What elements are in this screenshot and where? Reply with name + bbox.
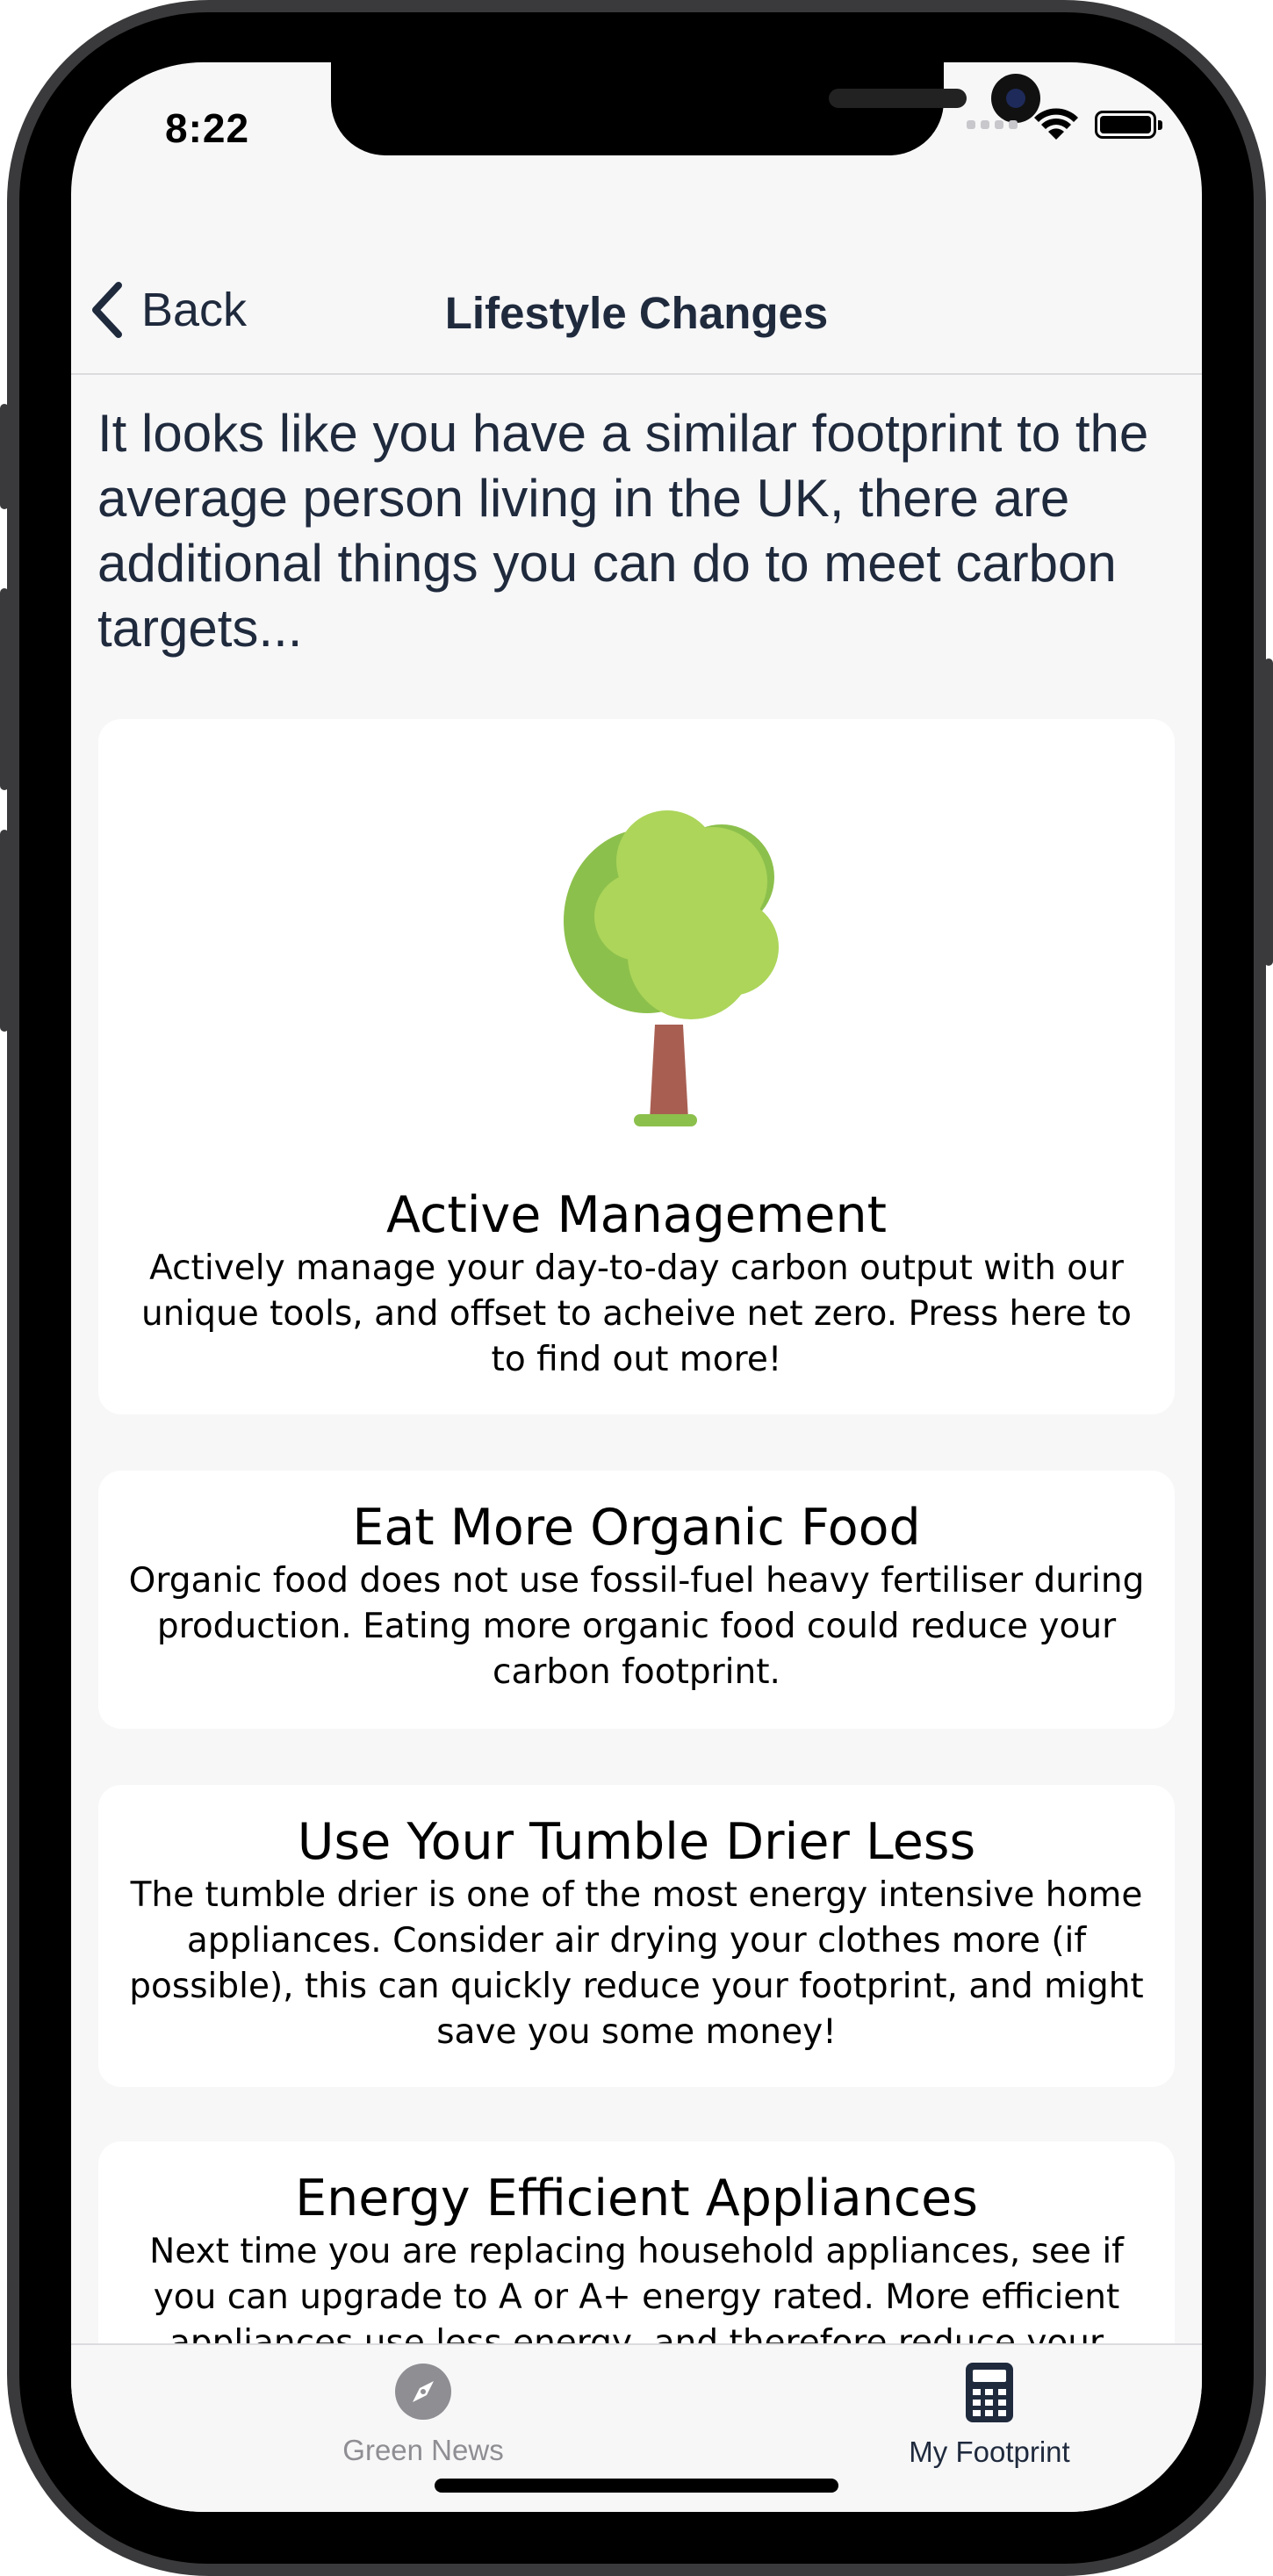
side-button	[0, 830, 9, 1032]
card-title: Use Your Tumble Drier Less	[297, 1813, 976, 1871]
status-time: 8:22	[165, 105, 250, 151]
card-text: Actively manage your day-to-day carbon o…	[141, 1248, 1132, 1379]
card-organic-food[interactable]: Eat More Organic Food Organic food does …	[98, 1471, 1175, 1729]
tab-label: Green News	[342, 2434, 504, 2466]
tab-label: My Footprint	[909, 2436, 1070, 2468]
signal-icon	[967, 120, 1018, 129]
content-scroll-area[interactable]: It looks like you have a similar footpri…	[71, 375, 1202, 2343]
side-button	[1264, 658, 1273, 966]
tab-green-news[interactable]: Green News	[248, 2363, 599, 2467]
tree-icon	[564, 810, 779, 1126]
status-icons	[967, 108, 1162, 141]
card-title: Active Management	[386, 1186, 887, 1244]
card-text: Organic food does not use fossil-fuel he…	[128, 1561, 1145, 1692]
card-text: Next time you are replacing household ap…	[149, 2232, 1124, 2343]
wifi-icon	[1034, 108, 1078, 140]
intro-text: It looks like you have a similar footpri…	[97, 404, 1149, 658]
app-screen: 8:22 Back Lifestyle Changes It looks lik…	[71, 62, 1202, 2512]
card-energy-appliances[interactable]: Energy Efficient Appliances Next time yo…	[98, 2141, 1175, 2343]
navigation-bar: Back Lifestyle Changes	[71, 220, 1202, 375]
card-active-management[interactable]: Active Management Actively manage your d…	[98, 719, 1175, 1414]
card-title: Energy Efficient Appliances	[295, 2169, 978, 2227]
card-tumble-drier[interactable]: Use Your Tumble Drier Less The tumble dr…	[98, 1785, 1175, 2087]
battery-icon	[1095, 111, 1162, 139]
notch	[331, 62, 1040, 155]
page-title: Lifestyle Changes	[444, 288, 829, 338]
card-title: Eat More Organic Food	[352, 1499, 921, 1557]
side-button	[0, 404, 9, 509]
side-button	[0, 588, 9, 790]
calculator-icon	[966, 2363, 1013, 2422]
compass-icon	[395, 2364, 451, 2420]
card-text: The tumble drier is one of the most ener…	[129, 1875, 1144, 2052]
tab-my-footprint[interactable]: My Footprint	[814, 2363, 1165, 2469]
home-indicator[interactable]	[435, 2479, 838, 2493]
speaker	[829, 89, 967, 108]
